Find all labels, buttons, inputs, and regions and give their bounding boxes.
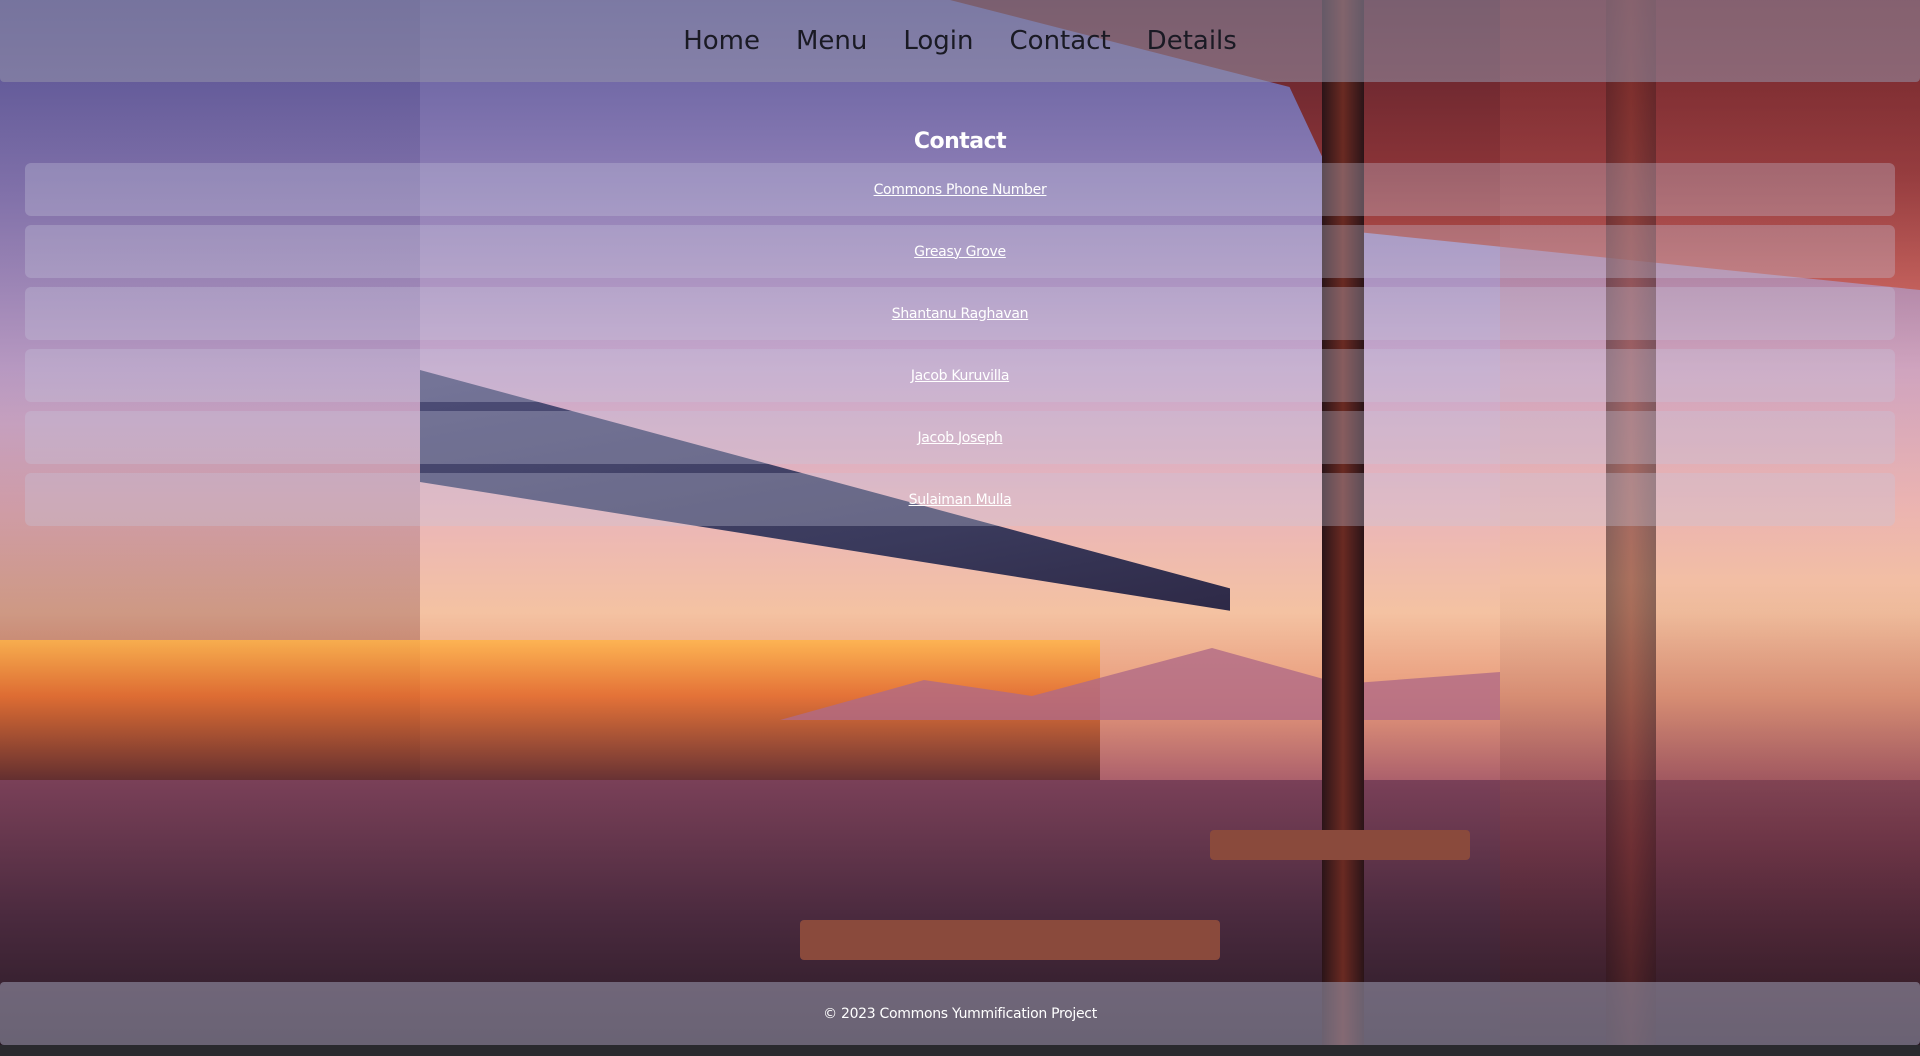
- list-item: Shantanu Raghavan: [25, 287, 1895, 340]
- nav-link-contact[interactable]: Contact: [992, 26, 1129, 56]
- contact-link-sulaiman-mulla[interactable]: Sulaiman Mulla: [909, 492, 1012, 508]
- contact-link-jacob-joseph[interactable]: Jacob Joseph: [917, 430, 1002, 446]
- list-item: Jacob Kuruvilla: [25, 349, 1895, 402]
- list-item: Jacob Joseph: [25, 411, 1895, 464]
- background-table: [1210, 830, 1470, 860]
- footer-copyright: © 2023 Commons Yummification Project: [823, 1005, 1097, 1022]
- list-item: Greasy Grove: [25, 225, 1895, 278]
- nav-link-menu[interactable]: Menu: [778, 26, 885, 56]
- contact-link-shantanu-raghavan[interactable]: Shantanu Raghavan: [892, 306, 1029, 322]
- page: Home Menu Login Contact Details Contact …: [0, 0, 1920, 1056]
- contact-list: Commons Phone Number Greasy Grove Shanta…: [25, 163, 1895, 535]
- top-navigation-bar: Home Menu Login Contact Details: [0, 0, 1920, 82]
- nav-link-details[interactable]: Details: [1129, 26, 1255, 56]
- list-item: Commons Phone Number: [25, 163, 1895, 216]
- page-title: Contact: [913, 128, 1007, 154]
- list-item: Sulaiman Mulla: [25, 473, 1895, 526]
- nav-link-login[interactable]: Login: [885, 26, 991, 56]
- contact-link-jacob-kuruvilla[interactable]: Jacob Kuruvilla: [911, 368, 1010, 384]
- nav-link-home[interactable]: Home: [665, 26, 778, 56]
- bottom-edge-strip: [0, 1045, 1920, 1056]
- contact-link-commons-phone[interactable]: Commons Phone Number: [874, 182, 1047, 198]
- page-footer: © 2023 Commons Yummification Project: [0, 982, 1920, 1045]
- background-table: [800, 920, 1220, 960]
- contact-link-greasy-grove[interactable]: Greasy Grove: [914, 244, 1006, 260]
